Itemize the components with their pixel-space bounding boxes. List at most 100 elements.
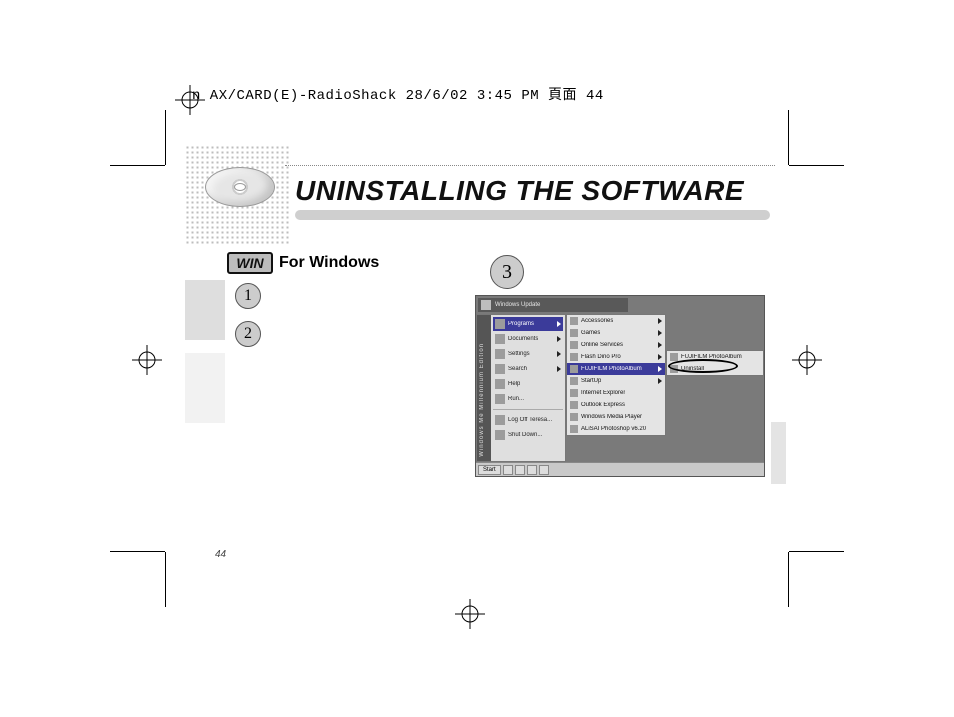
menu-item-icon <box>570 413 578 421</box>
slug-line: n AX/CARD(E)-RadioShack 28/6/02 3:45 PM … <box>192 84 604 104</box>
page-number: 44 <box>215 549 226 560</box>
menu-item-label: FUJIFILM PhotoAlbum <box>581 366 642 372</box>
menu-item-label: FUJIFILM PhotoAlbum <box>681 354 742 360</box>
submenu-item: Flash Dino Pro <box>567 351 665 363</box>
menu-item-label: Log Off Teresa... <box>508 417 552 423</box>
start-menu-item: Settings <box>493 347 563 361</box>
start-menu-strip: Windows Me Millennium Edition <box>477 315 491 461</box>
section-title: UNINSTALLING THE SOFTWARE <box>295 175 744 207</box>
start-button: Start <box>478 465 501 475</box>
win-badge: WIN For Windows <box>227 252 379 274</box>
submenu-arrow-icon <box>658 378 662 384</box>
menu-item-label: Online Services <box>581 342 623 348</box>
registration-mark-icon <box>132 345 162 375</box>
registration-mark-icon <box>792 345 822 375</box>
menu-item-icon <box>570 425 578 433</box>
menu-item-label: Flash Dino Pro <box>581 354 621 360</box>
menu-item-icon <box>495 379 505 389</box>
menu-item-label: Outlook Express <box>581 402 625 408</box>
crop-mark <box>788 552 789 607</box>
submenu-item: Windows Media Player <box>567 411 665 423</box>
menu-item-icon <box>670 365 678 373</box>
menu-item-icon <box>495 415 505 425</box>
menu-item-icon <box>495 364 505 374</box>
submenu-item: Accessories <box>567 315 665 327</box>
crop-mark <box>110 551 165 552</box>
submenu-arrow-icon <box>658 342 662 348</box>
submenu-arrow-icon <box>658 330 662 336</box>
submenu-arrow-icon <box>658 318 662 324</box>
menu-item-label: Windows Media Player <box>581 414 642 420</box>
start-menu: Windows Me Millennium Edition Programs Do… <box>476 314 566 462</box>
start-menu-item: Programs <box>493 317 563 331</box>
menu-item-icon <box>570 329 578 337</box>
menu-item-label: Accessories <box>581 318 613 324</box>
quicklaunch-icon <box>503 465 513 475</box>
menu-item-icon <box>495 349 505 359</box>
start-menu-item: Log Off Teresa... <box>493 413 563 427</box>
menu-item-label: Internet Explorer <box>581 390 625 396</box>
menu-item-icon <box>570 353 578 361</box>
windows-update-icon <box>481 300 491 310</box>
crop-mark <box>789 551 844 552</box>
step-1-badge: 1 <box>235 283 261 309</box>
menu-item-label: ALiSAI Photoshop v6.20 <box>581 426 646 432</box>
start-menu-item: Run... <box>493 392 563 406</box>
start-menu-item: Documents <box>493 332 563 346</box>
menu-item-label: StartUp <box>581 378 601 384</box>
step-3-badge: 3 <box>490 255 524 289</box>
submenu-arrow-icon <box>557 366 561 372</box>
menu-item-icon <box>570 377 578 385</box>
menu-item-label: Documents <box>508 336 538 342</box>
margin-block <box>185 280 225 340</box>
submenu-item: StartUp <box>567 375 665 387</box>
menu-item-icon <box>570 401 578 409</box>
submenu-item: FUJIFILM PhotoAlbum <box>567 363 665 375</box>
start-menu-item: Help <box>493 377 563 391</box>
crop-mark <box>165 552 166 607</box>
quicklaunch-icon <box>527 465 537 475</box>
crop-mark <box>788 110 789 165</box>
menu-item-icon <box>495 319 505 329</box>
submenu-arrow-icon <box>557 351 561 357</box>
margin-block <box>185 353 225 423</box>
win-label: For Windows <box>279 254 379 272</box>
step-2-badge: 2 <box>235 321 261 347</box>
cd-icon <box>205 167 275 207</box>
menu-item-label: Settings <box>508 351 530 357</box>
title-underline <box>295 210 770 220</box>
menu-item-icon <box>670 353 678 361</box>
programs-submenu: Accessories Games Online Services Flash Din… <box>566 314 666 436</box>
start-menu-item: Search <box>493 362 563 376</box>
menu-item-label: Shut Down... <box>508 432 542 438</box>
menu-item-icon <box>570 365 578 373</box>
start-menu-items: Programs Documents Settings Search Help Run..… <box>493 317 563 442</box>
product-submenu: FUJIFILM PhotoAlbum Uninstall <box>666 350 764 376</box>
crop-mark <box>165 110 166 165</box>
page-frame: UNINSTALLING THE SOFTWARE WIN For Window… <box>185 125 775 565</box>
menu-item-icon <box>570 317 578 325</box>
submenu-item: Games <box>567 327 665 339</box>
quicklaunch-icon <box>539 465 549 475</box>
submenu-item: Outlook Express <box>567 399 665 411</box>
menu-item-label: Uninstall <box>681 366 704 372</box>
menu-item-label: Games <box>581 330 600 336</box>
submenu-arrow-icon <box>557 336 561 342</box>
submenu-arrow-icon <box>658 366 662 372</box>
menu-item-icon <box>570 389 578 397</box>
registration-mark-icon <box>455 599 485 629</box>
windows-screenshot: Windows Update Windows Me Millennium Edi… <box>475 295 765 477</box>
submenu-arrow-icon <box>658 354 662 360</box>
windows-update-label: Windows Update <box>495 302 540 308</box>
menu-item-label: Run... <box>508 396 524 402</box>
start-menu-strip-text: Windows Me Millennium Edition <box>479 343 485 457</box>
quicklaunch-icon <box>515 465 525 475</box>
menu-item-label: Search <box>508 366 527 372</box>
menu-item-icon <box>570 341 578 349</box>
start-menu-item: Shut Down... <box>493 428 563 442</box>
submenu-arrow-icon <box>557 321 561 327</box>
menu-item-icon <box>495 334 505 344</box>
submenu-item: Internet Explorer <box>567 387 665 399</box>
menu-item-icon <box>495 430 505 440</box>
dotted-rule <box>285 165 775 166</box>
